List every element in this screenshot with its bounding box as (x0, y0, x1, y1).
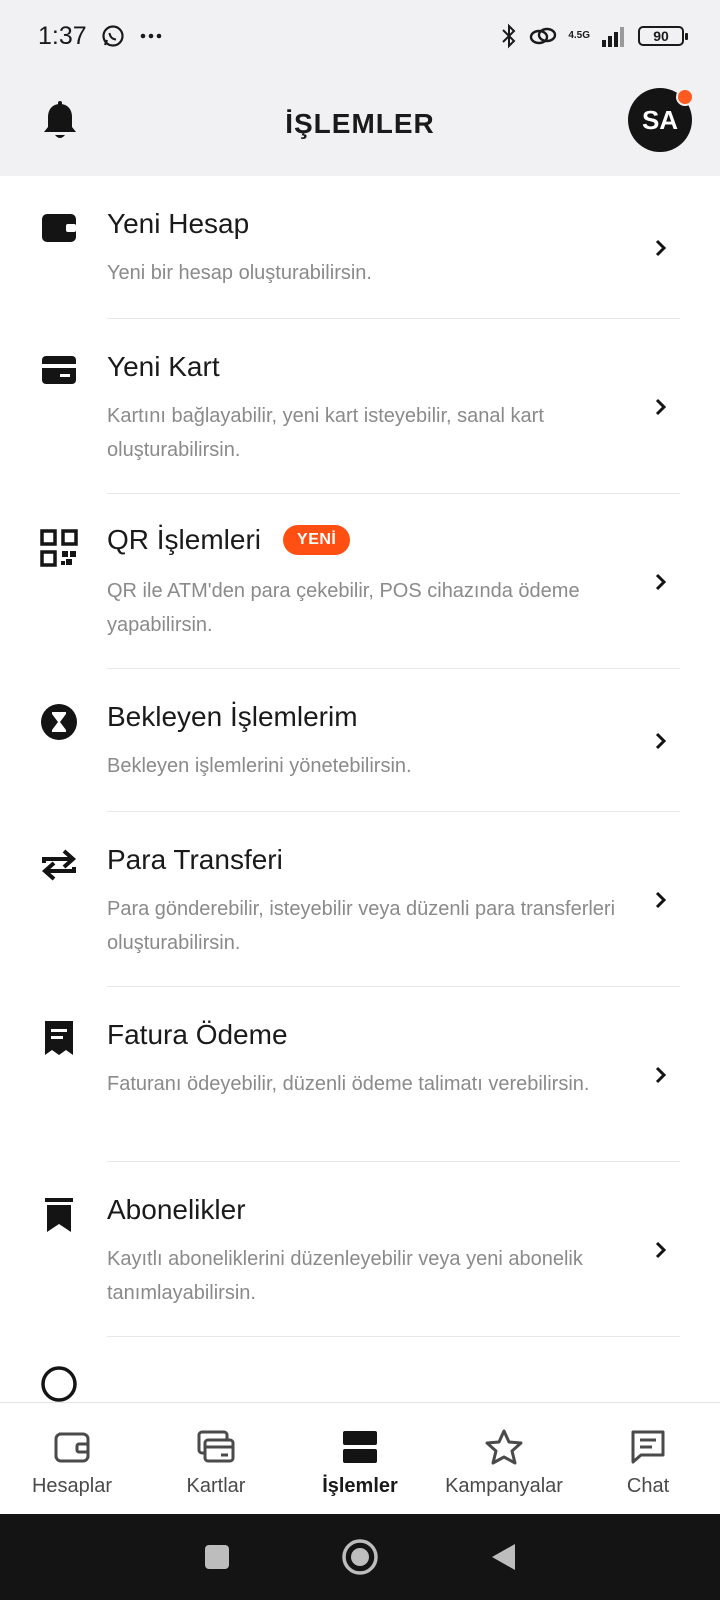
status-bar: 1:37 4.5G 90 (0, 0, 720, 72)
transactions-icon (343, 1431, 377, 1463)
chevron-right-icon (655, 1066, 667, 1084)
page-title: İŞLEMLER (285, 108, 435, 139)
nav-accounts[interactable]: Hesaplar (0, 1403, 144, 1514)
chat-icon (631, 1430, 665, 1464)
item-description: QR ile ATM'den para çekebilir, POS cihaz… (107, 580, 580, 636)
item-title: Bekleyen İşlemlerim (107, 701, 358, 732)
nav-label: Hesaplar (31, 1475, 113, 1497)
item-title: Para Transferi (107, 844, 283, 875)
receipt-icon (45, 1021, 73, 1055)
nav-label: İşlemler (322, 1475, 398, 1497)
wallet-icon (42, 214, 76, 242)
bottom-nav: Hesaplar Kartlar İşlemler Kampanyalar Ch… (0, 1402, 720, 1514)
transactions-list: Yeni Hesap Yeni bir hesap oluşturabilirs… (0, 176, 720, 1402)
avatar[interactable]: SA (628, 88, 694, 152)
bluetooth-icon (502, 23, 516, 49)
item-description: Yeni bir hesap oluşturabilirsin. (107, 262, 372, 284)
nav-label: Chat (626, 1475, 670, 1497)
item-description: Kayıtlı aboneliklerini düzenleyebilir ve… (107, 1248, 583, 1304)
item-title: Fatura Ödeme (107, 1019, 288, 1050)
transfer-icon (41, 849, 77, 881)
chevron-right-icon (655, 573, 667, 591)
new-badge: YENİ (283, 525, 351, 555)
app-header: İŞLEMLER SA (0, 72, 720, 176)
item-title: QR İşlemleri YENİ (107, 524, 351, 556)
chevron-right-icon (655, 732, 667, 750)
system-navigation-bar (0, 1514, 720, 1600)
nav-label: Kartlar (186, 1475, 246, 1497)
chevron-right-icon (655, 239, 667, 257)
avatar-initials: SA (641, 104, 679, 135)
list-item-qr[interactable]: QR İşlemleri YENİ QR ile ATM'den para çe… (0, 494, 720, 669)
home-icon[interactable] (341, 1538, 379, 1576)
item-description: Para gönderebilir, isteyebilir veya düze… (107, 898, 616, 954)
battery-level: 90 (653, 28, 669, 44)
notification-dot (676, 88, 694, 106)
more-dots-icon (140, 33, 161, 39)
list-item-bill-payment[interactable]: Fatura Ödeme Faturanı ödeyebilir, düzenl… (0, 987, 720, 1162)
cards-icon (197, 1430, 235, 1463)
card-icon (42, 356, 76, 384)
list-item-money-transfer[interactable]: Para Transferi Para gönderebilir, isteye… (0, 812, 720, 987)
network-type: 4.5G (568, 30, 590, 41)
nav-label: Kampanyalar (445, 1475, 563, 1497)
nav-campaigns[interactable]: Kampanyalar (432, 1403, 576, 1514)
partial-item-icon (41, 1366, 77, 1402)
bookmark-icon (45, 1198, 73, 1232)
item-title: Yeni Hesap (107, 208, 250, 239)
nav-transactions[interactable]: İşlemler (288, 1403, 432, 1514)
signal-icon (602, 27, 624, 47)
wallet-icon (54, 1432, 90, 1463)
whatsapp-icon (102, 25, 124, 47)
item-description: Kartını bağlayabilir, yeni kart isteyebi… (107, 405, 544, 461)
star-icon (485, 1429, 523, 1465)
link-icon (530, 27, 557, 45)
chevron-right-icon (655, 1241, 667, 1259)
bell-icon[interactable] (40, 100, 80, 144)
nav-cards[interactable]: Kartlar (144, 1403, 288, 1514)
qr-icon (40, 529, 78, 567)
recent-apps-icon[interactable] (203, 1543, 231, 1571)
hourglass-icon (41, 704, 77, 740)
item-title: Abonelikler (107, 1194, 246, 1225)
back-icon[interactable] (489, 1542, 517, 1572)
nav-chat[interactable]: Chat (576, 1403, 720, 1514)
list-item-new-account[interactable]: Yeni Hesap Yeni bir hesap oluşturabilirs… (0, 176, 720, 319)
chevron-right-icon (655, 398, 667, 416)
list-item-new-card[interactable]: Yeni Kart Kartını bağlayabilir, yeni kar… (0, 319, 720, 494)
status-time: 1:37 (38, 21, 87, 50)
battery-icon: 90 (638, 26, 688, 46)
item-description: Bekleyen işlemlerini yönetebilirsin. (107, 755, 412, 777)
chevron-right-icon (655, 891, 667, 909)
item-title: Yeni Kart (107, 351, 220, 382)
list-item-partial[interactable] (0, 1337, 720, 1402)
list-item-pending[interactable]: Bekleyen İşlemlerim Bekleyen işlemlerini… (0, 669, 720, 812)
item-description: Faturanı ödeyebilir, düzenli ödeme talim… (107, 1073, 590, 1095)
list-item-subscriptions[interactable]: Abonelikler Kayıtlı aboneliklerini düzen… (0, 1162, 720, 1337)
